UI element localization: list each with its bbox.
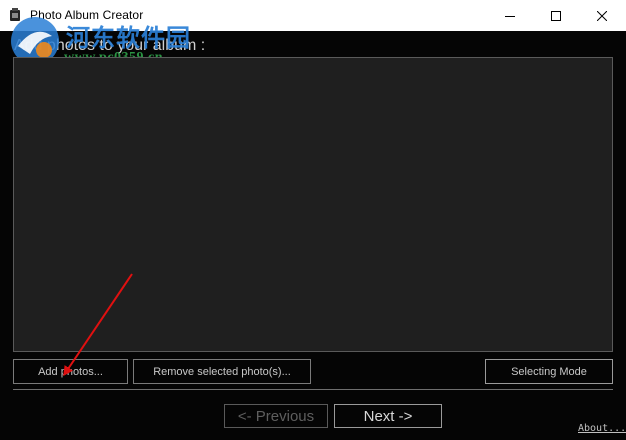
add-photos-prompt: Add photos to your album : xyxy=(14,37,206,54)
close-icon xyxy=(597,10,607,21)
about-link[interactable]: About... xyxy=(578,423,626,434)
maximize-button[interactable] xyxy=(533,0,579,31)
title-bar[interactable]: Photo Album Creator xyxy=(0,0,626,31)
app-icon xyxy=(10,8,20,21)
app-window: Photo Album Creator Add photos to your a… xyxy=(0,0,626,440)
previous-button[interactable]: <- Previous xyxy=(224,404,328,428)
add-photos-button[interactable]: Add photos... xyxy=(13,359,128,384)
maximize-icon xyxy=(551,10,561,21)
minimize-button[interactable] xyxy=(487,0,533,31)
divider xyxy=(13,389,613,390)
close-button[interactable] xyxy=(579,0,625,31)
remove-selected-photos-button[interactable]: Remove selected photo(s)... xyxy=(133,359,311,384)
next-button[interactable]: Next -> xyxy=(334,404,442,428)
minimize-icon xyxy=(505,15,515,17)
selecting-mode-button[interactable]: Selecting Mode xyxy=(485,359,613,384)
window-title: Photo Album Creator xyxy=(30,8,144,22)
photo-list-area[interactable] xyxy=(13,57,613,352)
